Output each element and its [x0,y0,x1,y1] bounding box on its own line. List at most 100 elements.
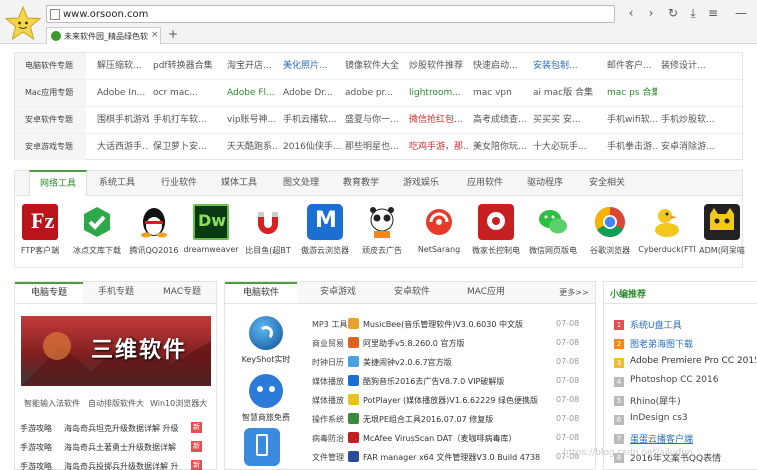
editor-pick-name[interactable]: InDesign cs3 [630,413,756,423]
app-item[interactable]: Dw dreamweaver [179,204,243,254]
editor-pick-name[interactable]: 系统U盘工具 [630,318,756,331]
editor-pick-name[interactable]: 图老弟海图下载 [630,337,756,350]
tab-mac-apps[interactable]: MAC应用 [451,282,521,303]
category-link[interactable]: lightroom... [409,80,469,106]
minimize-icon[interactable]: — [734,5,748,21]
tab-android-games[interactable]: 安卓游戏 [303,282,373,303]
featured-shanglv[interactable]: 智慧商旅免费 [239,374,293,428]
category-link[interactable]: mac ps 合集 [607,80,657,106]
news-item[interactable]: 手游攻略 海岛奇兵投掷兵升级数据详解 升新 [20,460,204,470]
category-link[interactable]: 安卓消除游... [661,134,740,160]
software-row[interactable]: 时钟日历 美捷闹钟v2.0.6.7官方版 07-08 [312,355,579,370]
menu-icon[interactable]: ≡ [706,5,720,21]
sublink[interactable]: 自动排版软件大 [88,398,144,409]
news-item[interactable]: 手游攻略 海岛奇兵土著勇士升级数据详解新 [20,441,204,456]
category-link[interactable]: 微信抢红包... [409,107,469,133]
editor-pick-item[interactable]: 5 Rhino(犀牛) [614,394,756,410]
category-link[interactable]: 邮件客户... [607,53,657,79]
editor-pick-name[interactable]: Photoshop CC 2016 [630,375,756,385]
editor-pick-item[interactable]: 7 蛋蛋云播客户端 [614,432,756,448]
new-tab-button[interactable]: + [168,27,178,41]
category-link[interactable]: pdf转换器合集 [153,53,223,79]
category-tab[interactable]: 教育教学 [343,171,379,195]
category-link[interactable]: 快速启动... [473,53,529,79]
software-category[interactable]: 媒体播放 [312,376,344,387]
address-bar[interactable]: www.orsoon.com [46,5,615,23]
category-link[interactable]: 美化照片... [283,53,341,79]
category-tab[interactable]: 驱动程序 [527,171,563,195]
software-name[interactable]: FAR manager x64 文件管理器V3.0 Build 4738 [363,452,553,463]
category-link[interactable]: 那些明星也... [345,134,405,160]
app-item[interactable]: 冰点文库下载 [65,204,129,256]
category-link[interactable]: 淘宝开店... [227,53,279,79]
category-link[interactable]: 手机云播软... [283,107,341,133]
editor-pick-item[interactable]: 1 系统U盘工具 [614,318,756,334]
app-item[interactable]: 谷歌浏览器 [578,204,642,256]
software-name[interactable]: PotPlayer (媒体播放器)V1.6.62229 绿色便携版 [363,395,553,406]
software-row[interactable]: 文件管理 FAR manager x64 文件管理器V3.0 Build 4738… [312,450,579,465]
category-tab[interactable]: 游戏娱乐 [403,171,439,195]
category-link[interactable]: vip账号神... [227,107,279,133]
category-link[interactable]: 十大必玩手... [533,134,603,160]
software-name[interactable]: MusicBee(音乐管理软件)V3.0.6030 中文版 [363,319,553,330]
tab-pc-topic[interactable]: 电脑专题 [15,282,83,303]
forward-icon[interactable]: › [644,5,658,21]
category-link[interactable]: 手机拳击游... [607,134,657,160]
phone-app-icon[interactable] [244,428,280,466]
software-category[interactable]: 媒体播放 [312,395,344,406]
news-category[interactable]: 手游攻略 [20,442,52,453]
category-link[interactable]: Adobe In... [97,80,149,106]
category-tab[interactable]: 安全相关 [589,171,625,195]
software-row[interactable]: 媒体播放 酷狗音乐2016去广告V8.7.0 VIP破解版 07-08 [312,374,579,389]
tab-mac-topic[interactable]: MAC专题 [149,282,215,303]
news-title[interactable]: 海岛奇兵坦克升级数据详解 升级 [64,423,184,434]
category-link[interactable]: 镜像软件大全 [345,53,405,79]
tab-pc-software[interactable]: 电脑软件 [225,282,297,303]
category-link[interactable]: 手机wifi软... [607,107,657,133]
tab-mobile-topic[interactable]: 手机专题 [83,282,149,303]
browser-tab[interactable]: 未来软件园_精品绿色软件 × [46,27,161,44]
software-name[interactable]: McAfee VirusScan DAT（麦咖啡病毒库） [363,433,553,444]
software-row[interactable]: MP3 工具 MusicBee(音乐管理软件)V3.0.6030 中文版 07-08 [312,317,579,332]
category-link[interactable]: 炒股软件推荐 [409,53,469,79]
app-item[interactable]: M 傲游云浏览器 [293,204,357,256]
more-link[interactable]: 更多>> [557,282,591,303]
featured-keyshot[interactable]: KeyShot实时 [239,316,293,370]
software-row[interactable]: 媒体播放 PotPlayer (媒体播放器)V1.6.62229 绿色便携版 07-… [312,393,579,408]
editor-pick-item[interactable]: 4 Photoshop CC 2016 [614,375,756,391]
download-icon[interactable]: ⤓ [686,5,700,21]
software-category[interactable]: 病毒防治 [312,433,344,444]
news-title[interactable]: 海岛奇兵土著勇士升级数据详解 [64,442,184,453]
software-name[interactable]: 美捷闹钟v2.0.6.7官方版 [363,357,553,368]
category-link[interactable]: mac vpn [473,80,529,106]
category-tab[interactable]: 网络工具 [29,170,88,196]
software-name[interactable]: 阿里助手v5.8.260.0 官方版 [363,338,553,349]
category-link[interactable]: 围棋手机游戏 [97,107,149,133]
category-link[interactable]: ocr mac... [153,80,223,106]
category-link[interactable]: 解压缩软... [97,53,149,79]
category-link[interactable]: 装修设计... [661,53,740,79]
tab-android-software[interactable]: 安卓软件 [377,282,447,303]
editor-pick-name[interactable]: Adobe Premiere Pro CC 2015.3 [630,356,756,366]
sublink[interactable]: Win10浏览器大 [150,398,207,409]
category-link[interactable]: 保卫萝卜安... [153,134,223,160]
news-category[interactable]: 手游攻略 [20,423,52,434]
tab-close-icon[interactable]: × [151,30,159,40]
category-link[interactable]: 高考成绩查... [473,107,529,133]
category-link[interactable]: 2016仙侠手... [283,134,341,160]
software-category[interactable]: MP3 工具 [312,319,347,330]
software-name[interactable]: 无垠PE组合工具2016.07.07 修复版 [363,414,553,425]
back-icon[interactable]: ‹ [624,5,638,21]
news-category[interactable]: 手游攻略 [20,461,52,470]
software-category[interactable]: 操作系统 [312,414,344,425]
app-item[interactable]: 比目鱼(超BT [236,204,300,256]
refresh-icon[interactable]: ↻ [666,5,680,21]
category-tab[interactable]: 图文处理 [283,171,319,195]
category-link[interactable]: Adobe Dr... [283,80,341,106]
editor-pick-name[interactable]: 蛋蛋云播客户端 [630,432,756,445]
category-link[interactable]: 吃鸡手游，那... [409,134,469,160]
category-link[interactable]: 美女陪你玩... [473,134,529,160]
software-category[interactable]: 文件管理 [312,452,344,463]
category-link[interactable]: 手机炒股软... [661,107,740,133]
software-row[interactable]: 商业贸易 阿里助手v5.8.260.0 官方版 07-08 [312,336,579,351]
